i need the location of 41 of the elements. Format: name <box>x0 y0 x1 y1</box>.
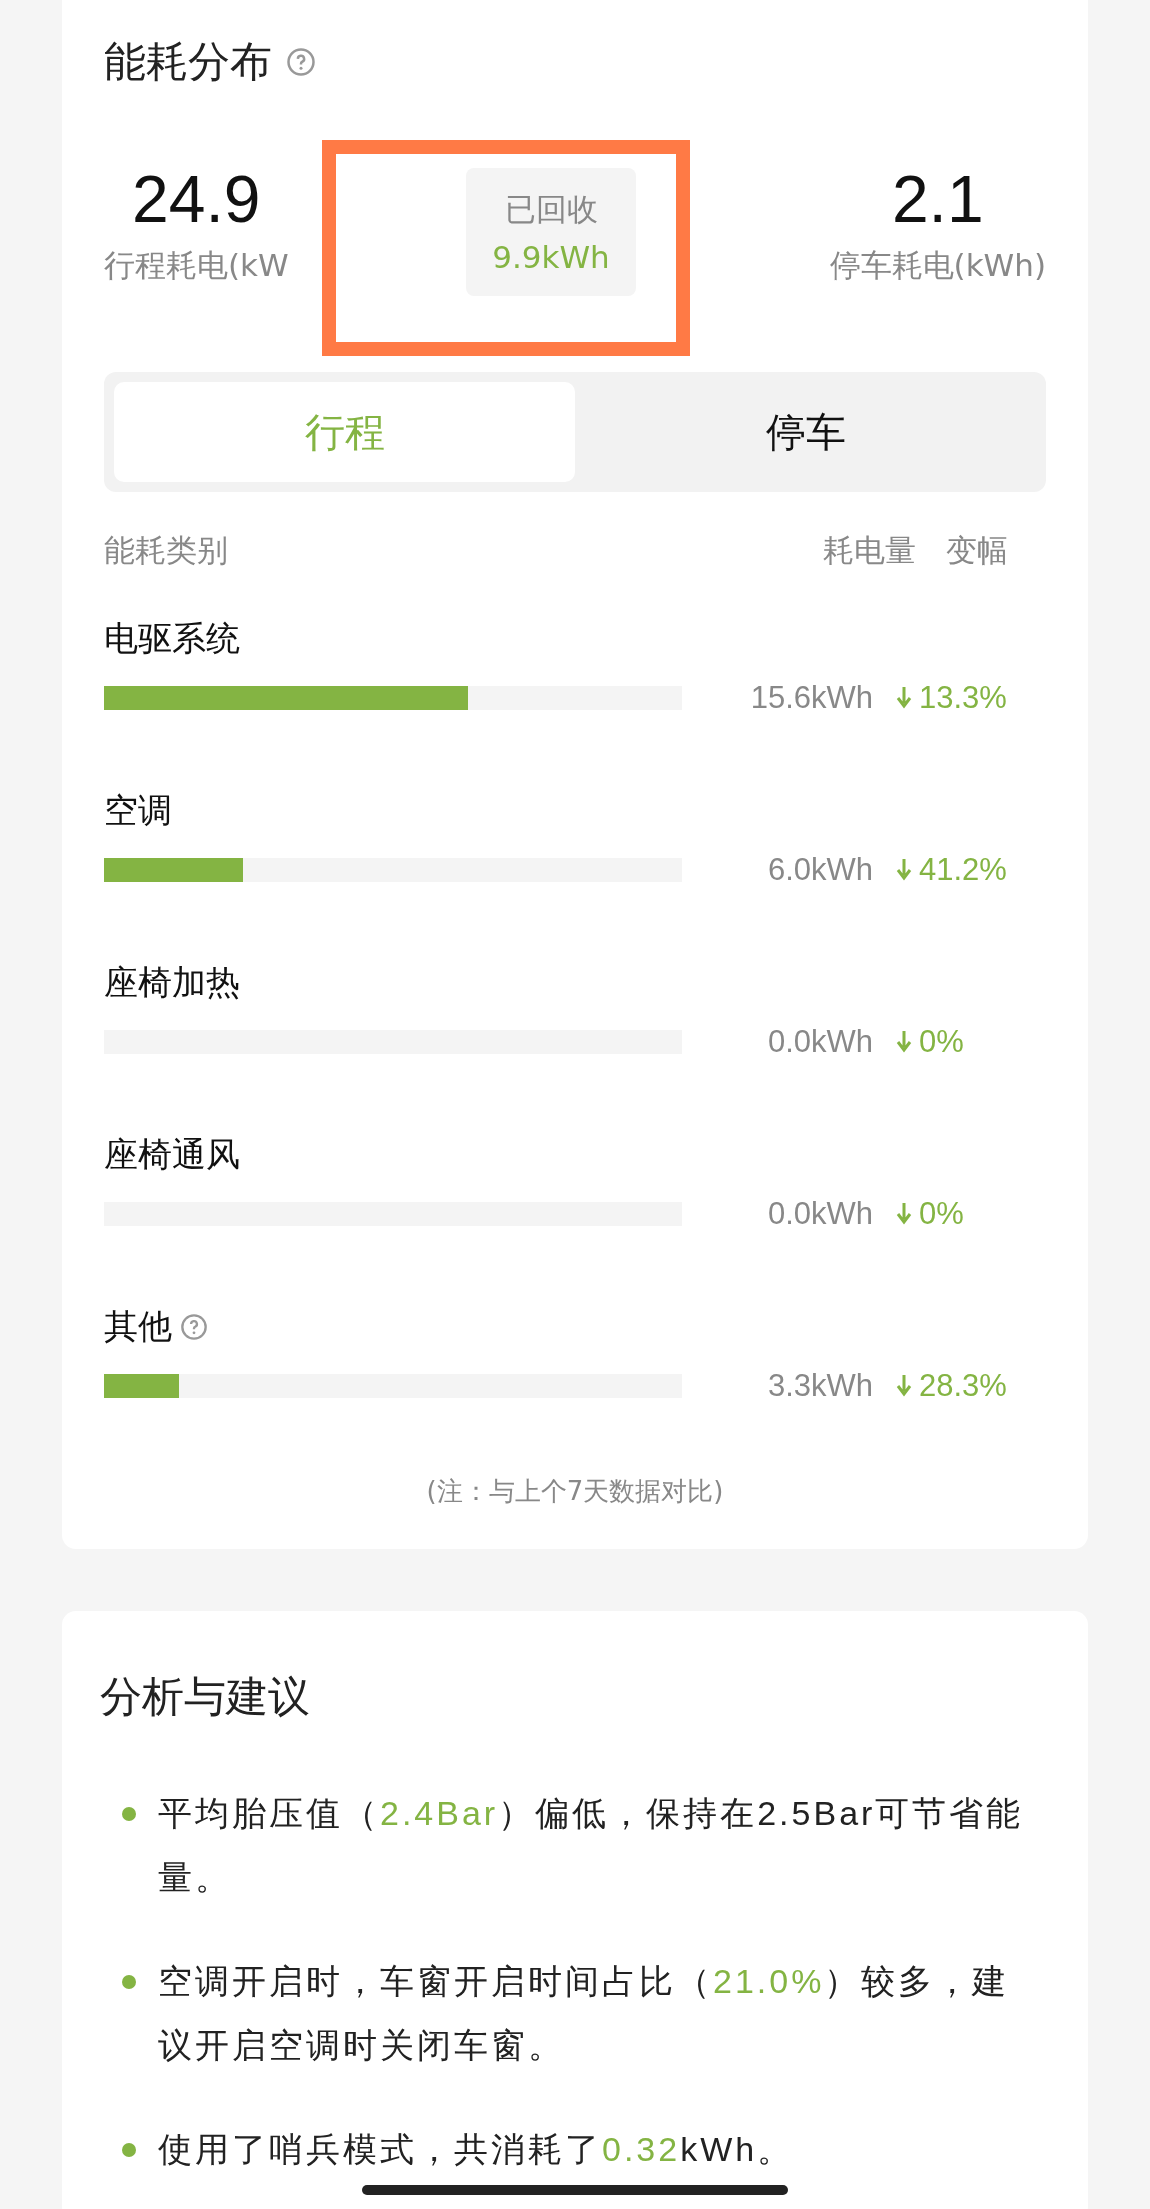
change-value: 0% <box>919 1196 964 1232</box>
change-value: 41.2% <box>919 852 1007 888</box>
stat-value: 2.1 <box>891 161 984 238</box>
stat-label: 行程耗电(kW <box>104 246 289 286</box>
change-value: 13.3% <box>919 680 1007 716</box>
card-title: 能耗分布 <box>104 36 272 88</box>
card-title: 分析与建议 <box>100 1671 310 1723</box>
category-label: 空调 <box>104 789 172 832</box>
stat-label: 停车耗电(kWh) <box>829 246 1046 286</box>
tooltip-label: 已回收 <box>504 190 598 229</box>
category-label: 座椅加热 <box>104 961 240 1004</box>
category-label: 电驱系统 <box>104 617 240 660</box>
arrow-down-icon <box>895 857 913 883</box>
arrow-down-icon <box>895 1373 913 1399</box>
bullet-dot <box>122 2143 136 2157</box>
suggestion-text: 空调开启时，车窗开启时间占比（21.0%）较多，建议开启空调时关闭车窗。 <box>158 1961 1011 2066</box>
change-value: 28.3% <box>919 1368 1007 1404</box>
stat-value: 24.9 <box>132 161 261 238</box>
energy-amount: 0.0kWh <box>766 1024 873 1060</box>
energy-amount: 15.6kWh <box>749 680 873 716</box>
tab[interactable]: 停车 <box>575 382 1036 482</box>
bullet-dot <box>122 1975 136 1989</box>
help-icon[interactable] <box>180 1313 208 1341</box>
suggestion-text: 平均胎压值（2.4Bar）偏低，保持在2.5Bar可节省能量。 <box>158 1793 1025 1898</box>
category-label: 座椅通风 <box>104 1133 240 1176</box>
arrow-down-icon <box>895 685 913 711</box>
category-label: 其他 <box>104 1305 172 1348</box>
column-header: 变幅 <box>945 531 1008 570</box>
column-header: 耗电量 <box>823 531 916 570</box>
footnote: (注：与上个7天数据对比) <box>425 1475 725 1508</box>
help-icon[interactable] <box>286 47 316 77</box>
arrow-down-icon <box>895 1029 913 1055</box>
energy-amount: 0.0kWh <box>766 1196 873 1232</box>
suggestion-text: 使用了哨兵模式，共消耗了 0.32kWh。 <box>158 2129 795 2170</box>
bullet-dot <box>122 1807 136 1821</box>
arrow-down-icon <box>895 1201 913 1227</box>
energy-amount: 3.3kWh <box>766 1368 873 1404</box>
change-value: 0% <box>919 1024 964 1060</box>
column-header: 能耗类别 <box>104 531 228 570</box>
tooltip-value: 9.9kWh <box>492 239 610 275</box>
energy-amount: 6.0kWh <box>766 852 873 888</box>
